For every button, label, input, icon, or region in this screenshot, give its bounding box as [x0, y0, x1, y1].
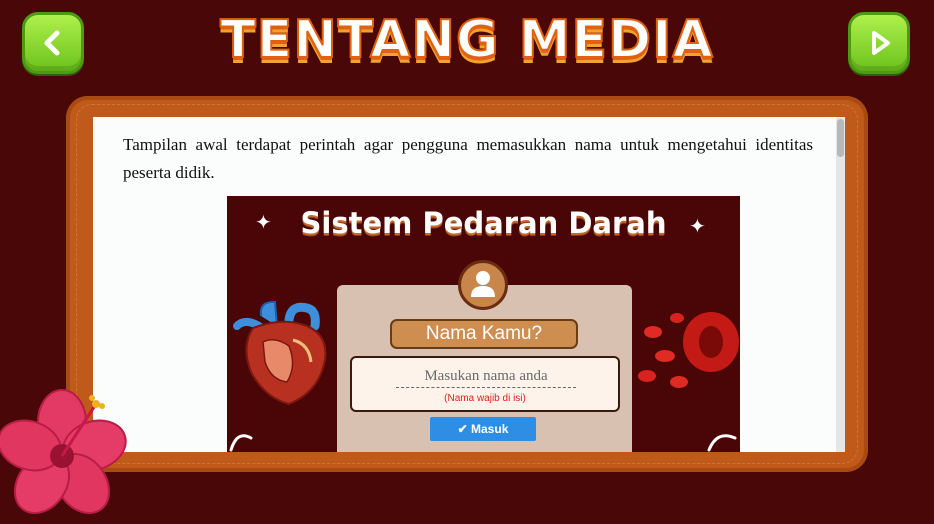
page-title: TENTANG MEDIA: [219, 9, 714, 71]
play-icon: [872, 31, 890, 55]
next-button[interactable]: [848, 12, 910, 74]
hibiscus-flower-icon: [0, 389, 127, 514]
decorative-swirl: [707, 434, 737, 452]
heart-illustration: [233, 300, 327, 406]
content-panel: Tampilan awal terdapat perintah agar pen…: [93, 117, 845, 452]
login-screen-preview: ✦ ✦ Sistem Pedaran Darah Nama Kamu? Masu…: [227, 196, 740, 452]
name-input[interactable]: [396, 365, 576, 388]
decorative-swirl: [229, 434, 253, 452]
required-note: (Nama wajib di isi): [444, 393, 526, 404]
name-prompt-label: Nama Kamu?: [390, 319, 578, 349]
description-text: Tampilan awal terdapat perintah agar pen…: [123, 135, 813, 182]
masuk-label: Masuk: [471, 422, 509, 436]
blood-cells-illustration: [638, 312, 739, 388]
name-input-box: (Nama wajib di isi): [350, 356, 620, 412]
scroll-thumb[interactable]: [837, 119, 844, 157]
preview-title: Sistem Pedaran Darah: [300, 206, 667, 240]
scrollbar[interactable]: [836, 117, 845, 452]
user-avatar-icon: [458, 260, 508, 310]
masuk-button[interactable]: ✔ Masuk: [430, 417, 536, 441]
check-icon: ✔: [457, 422, 468, 436]
